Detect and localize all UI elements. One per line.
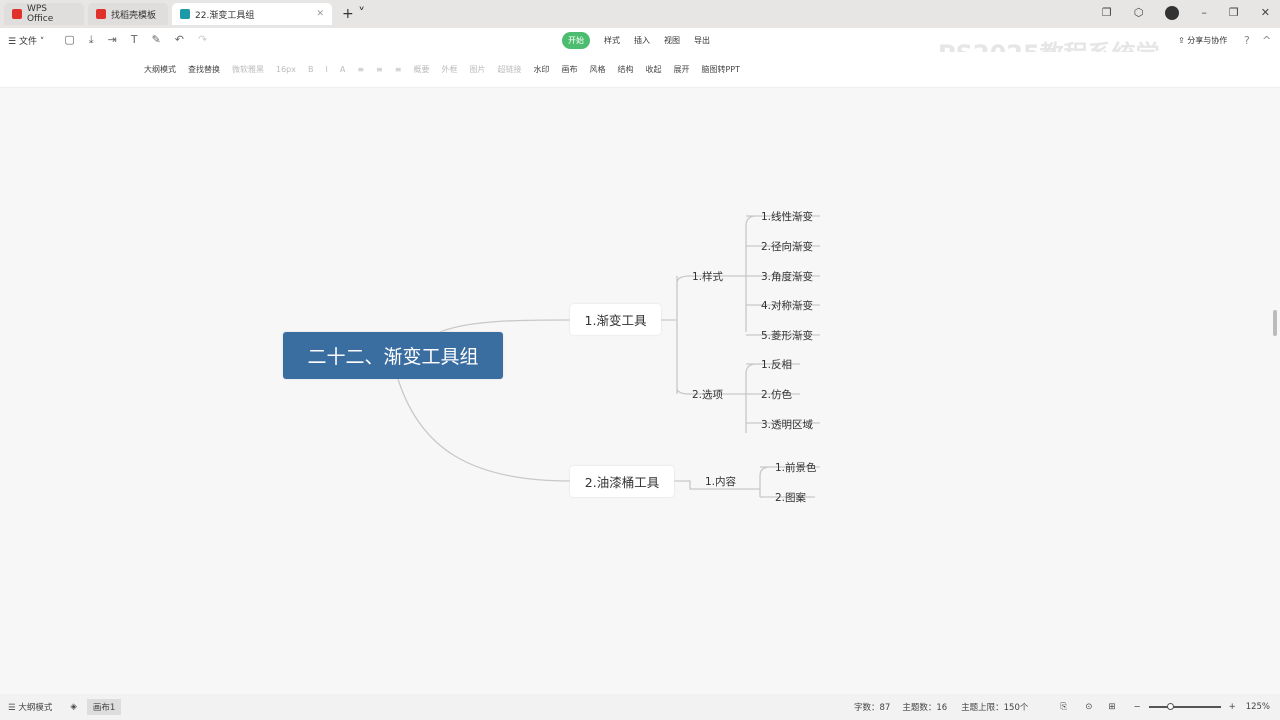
- leaf[interactable]: 1.反相: [761, 357, 792, 372]
- export-icon[interactable]: ⇥: [108, 33, 117, 47]
- book-icon[interactable]: ⊞: [1108, 702, 1115, 712]
- topic-limit: 主题上限：150个: [961, 703, 1029, 713]
- new-tab-icon[interactable]: + ˅: [342, 6, 365, 22]
- tab-label: WPS Office: [26, 4, 54, 24]
- toolbar-item[interactable]: 水印: [533, 64, 549, 75]
- leaf[interactable]: 1.前景色: [775, 460, 817, 475]
- toolbar-item[interactable]: 概要: [413, 64, 429, 75]
- zoom-slider[interactable]: [1148, 703, 1221, 710]
- toolbar-item[interactable]: I: [326, 65, 328, 74]
- topic-paint-bucket[interactable]: 2.油漆桶工具: [570, 466, 674, 497]
- toolbar-item[interactable]: 微软雅黑: [232, 64, 264, 75]
- toolbar-item[interactable]: 结构: [617, 64, 633, 75]
- layers-icon[interactable]: ◈: [70, 702, 77, 712]
- menu-view[interactable]: 视图: [664, 35, 680, 46]
- template-icon: [96, 9, 106, 19]
- menu-style[interactable]: 样式: [604, 35, 620, 46]
- download-icon[interactable]: ⤓: [89, 33, 94, 47]
- canvas-tab[interactable]: 画布1: [86, 699, 122, 715]
- close-icon[interactable]: ✕: [1261, 6, 1270, 20]
- menu-export[interactable]: 导出: [694, 35, 710, 46]
- leaf[interactable]: 1.线性渐变: [761, 209, 813, 224]
- toolbar-item[interactable]: 画布: [561, 64, 577, 75]
- toolbar-item[interactable]: 收起: [645, 64, 661, 75]
- connector: [397, 378, 571, 482]
- toolbar-item[interactable]: 查找替换: [188, 64, 220, 75]
- leaf[interactable]: 2.仿色: [761, 387, 792, 402]
- toolbar-item[interactable]: A: [340, 65, 345, 74]
- leaf[interactable]: 2.径向渐变: [761, 239, 813, 254]
- connectors: [397, 215, 820, 498]
- save-icon[interactable]: ▢: [64, 33, 74, 47]
- toolbar-item[interactable]: ≡: [395, 65, 402, 74]
- file-label: 文件: [18, 36, 37, 47]
- toolbar-item[interactable]: 脑图转PPT: [701, 64, 740, 75]
- share-label: 分享与协作: [1187, 35, 1228, 45]
- topic-gradient-tool[interactable]: 1.渐变工具: [570, 304, 661, 335]
- word-count: 字数：87: [853, 703, 891, 713]
- fit-icon[interactable]: ⎘: [1060, 702, 1067, 712]
- undo-icon[interactable]: ↶: [175, 33, 184, 47]
- tab-label: 找稻壳模板: [111, 10, 157, 21]
- menu-start[interactable]: 开始: [562, 32, 590, 49]
- mindmap-canvas[interactable]: 二十二、渐变工具组 1.渐变工具 2.油漆桶工具 1.样式 2.选项 1.内容 …: [0, 88, 1280, 702]
- tab-bar: WPS Office 找稻壳模板 22.渐变工具组 ✕ + ˅ ❐ ⬡ – ❐ ✕: [0, 0, 1280, 28]
- maximize-icon[interactable]: ❐: [1229, 6, 1239, 20]
- subtopic-style[interactable]: 1.样式: [692, 269, 723, 284]
- tab-document[interactable]: 22.渐变工具组 ✕: [172, 3, 332, 25]
- minimize-icon[interactable]: –: [1201, 6, 1207, 20]
- toolbar-item[interactable]: 16px: [276, 65, 296, 74]
- tab-templates[interactable]: 找稻壳模板: [88, 3, 168, 25]
- share-button[interactable]: ⇪ 分享与协作: [1178, 35, 1227, 46]
- ribbon-tabs: 开始 样式 插入 视图 导出: [562, 32, 710, 49]
- subtopic-options[interactable]: 2.选项: [692, 387, 723, 402]
- leaf[interactable]: 2.图案: [775, 490, 806, 505]
- toolbar-item[interactable]: 超链接: [497, 64, 521, 75]
- toolbar-item[interactable]: 图片: [469, 64, 485, 75]
- toolbar-item[interactable]: 大纲模式: [144, 64, 176, 75]
- format-painter-icon[interactable]: T: [131, 33, 138, 47]
- cube-icon[interactable]: ⬡: [1134, 6, 1144, 20]
- subtopic-content[interactable]: 1.内容: [705, 474, 736, 489]
- toolbar-item[interactable]: B: [308, 65, 314, 74]
- topic-count: 主题数：16: [902, 703, 948, 713]
- redo-icon[interactable]: ↷: [198, 33, 207, 47]
- zoom-in-icon[interactable]: +: [1229, 702, 1236, 712]
- vertical-scrollbar[interactable]: [1273, 310, 1277, 336]
- wps-icon: [12, 9, 22, 19]
- pen-icon[interactable]: ✎: [152, 33, 161, 47]
- tab-wps-office[interactable]: WPS Office: [4, 3, 84, 25]
- zoom-out-icon[interactable]: −: [1133, 702, 1140, 712]
- avatar[interactable]: [1165, 6, 1180, 20]
- locate-icon[interactable]: ⊙: [1085, 702, 1092, 712]
- restore-icon[interactable]: ❐: [1102, 6, 1112, 20]
- toolbar-item[interactable]: 外框: [441, 64, 457, 75]
- status-bar: ☰ 大纲模式 ◈ 画布1 字数：87 主题数：16 主题上限：150个 ⎘ ⊙ …: [0, 694, 1280, 720]
- connector: [439, 319, 571, 333]
- connector: [661, 275, 722, 395]
- leaf[interactable]: 5.菱形渐变: [761, 328, 813, 343]
- outline-label: 大纲模式: [18, 703, 53, 713]
- leaf[interactable]: 3.透明区域: [761, 417, 813, 432]
- file-menu[interactable]: ☰ 文件 ˅: [8, 34, 44, 47]
- tab-label: 22.渐变工具组: [195, 10, 255, 21]
- outline-mode-button[interactable]: ☰ 大纲模式: [8, 701, 52, 713]
- mindmap-icon: [180, 9, 190, 19]
- toolbar-item[interactable]: ≡: [357, 65, 364, 74]
- leaf[interactable]: 4.对称渐变: [761, 298, 813, 313]
- zoom-level: 125%: [1245, 702, 1270, 712]
- zoom-slider-thumb[interactable]: [1166, 703, 1174, 710]
- toolbar-item[interactable]: 展开: [673, 64, 689, 75]
- toolbar-item[interactable]: ≡: [376, 65, 383, 74]
- toolbar-item[interactable]: 风格: [589, 64, 605, 75]
- collapse-ribbon-icon[interactable]: ^: [1262, 34, 1271, 47]
- menu-insert[interactable]: 插入: [634, 35, 650, 46]
- format-toolbar: 大纲模式 查找替换 微软雅黑 16px B I A ≡ ≡ ≡ 概要 外框 图片 超链接 水印 画布 风格 结构 收…: [0, 52, 1280, 88]
- close-tab-icon[interactable]: ✕: [316, 9, 324, 19]
- leaf[interactable]: 3.角度渐变: [761, 269, 813, 284]
- root-node[interactable]: 二十二、渐变工具组: [283, 332, 503, 379]
- help-icon[interactable]: ?: [1244, 34, 1250, 47]
